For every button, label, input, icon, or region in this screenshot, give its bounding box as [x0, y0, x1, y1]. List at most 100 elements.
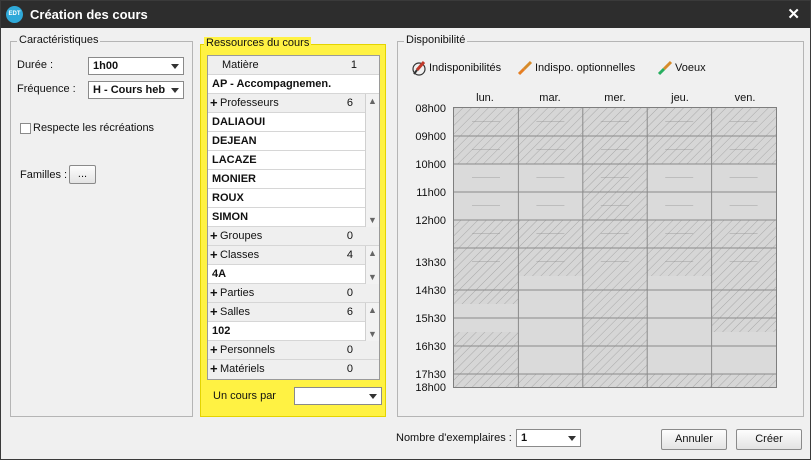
grid-slot[interactable]	[582, 234, 648, 248]
scroll-up-icon[interactable]: ▲	[368, 305, 377, 315]
grid-slot[interactable]	[647, 318, 712, 332]
grid-slot[interactable]	[582, 374, 648, 387]
grid-slot[interactable]	[454, 374, 519, 387]
grid-slot[interactable]	[582, 276, 648, 290]
list-item[interactable]: SIMON	[208, 208, 379, 227]
grid-slot[interactable]	[518, 290, 583, 304]
grid-slot[interactable]	[518, 304, 583, 318]
grid-slot[interactable]	[518, 206, 583, 220]
grid-slot[interactable]	[518, 108, 583, 122]
grid-slot[interactable]	[454, 192, 519, 206]
grid-slot[interactable]	[647, 304, 712, 318]
grid-slot[interactable]	[711, 150, 776, 164]
grid-slot[interactable]	[454, 220, 519, 234]
grid-slot[interactable]	[518, 164, 583, 178]
grid-slot[interactable]	[518, 136, 583, 150]
grid-slot[interactable]	[518, 262, 583, 276]
grid-slot[interactable]	[711, 346, 776, 360]
grid-slot[interactable]	[454, 262, 519, 276]
grid-slot[interactable]	[647, 150, 712, 164]
grid-slot[interactable]	[582, 136, 648, 150]
matiere-value-row[interactable]: AP - Accompagnemen.	[208, 75, 379, 94]
grid-slot[interactable]	[711, 304, 776, 318]
grid-slot[interactable]	[454, 206, 519, 220]
un-cours-par-select[interactable]	[294, 387, 382, 405]
plus-icon[interactable]: +	[210, 227, 218, 245]
grid-slot[interactable]	[647, 206, 712, 220]
familles-button[interactable]: ...	[69, 165, 96, 184]
grid-slot[interactable]	[582, 206, 648, 220]
grid-slot[interactable]	[647, 164, 712, 178]
grid-slot[interactable]	[582, 150, 648, 164]
grid-slot[interactable]	[518, 220, 583, 234]
grid-slot[interactable]	[518, 122, 583, 136]
grid-slot[interactable]	[454, 248, 519, 262]
exemplaires-select[interactable]: 1	[516, 429, 581, 447]
grid-slot[interactable]	[647, 332, 712, 346]
plus-icon[interactable]: +	[210, 360, 218, 378]
grid-slot[interactable]	[647, 178, 712, 192]
grid-slot[interactable]	[711, 122, 776, 136]
grid-slot[interactable]	[518, 374, 583, 387]
grid-slot[interactable]	[454, 290, 519, 304]
grid-slot[interactable]	[711, 220, 776, 234]
list-item[interactable]: LACAZE	[208, 151, 379, 170]
grid-slot[interactable]	[647, 262, 712, 276]
grid-slot[interactable]	[647, 136, 712, 150]
grid-slot[interactable]	[711, 374, 776, 387]
grid-cells[interactable]	[454, 108, 776, 387]
indispo-optionnelles-tool[interactable]: Indispo. optionnelles	[517, 60, 635, 76]
grid-slot[interactable]	[454, 178, 519, 192]
list-item[interactable]: MONIER	[208, 170, 379, 189]
grid-slot[interactable]	[454, 122, 519, 136]
scroll-up-icon[interactable]: ▲	[368, 96, 377, 106]
grid-slot[interactable]	[582, 164, 648, 178]
grid-slot[interactable]	[647, 220, 712, 234]
grid-slot[interactable]	[711, 360, 776, 374]
grid-slot[interactable]	[582, 332, 648, 346]
close-icon[interactable]: ✕	[787, 5, 800, 23]
grid-slot[interactable]	[711, 290, 776, 304]
list-item[interactable]: 4A	[208, 265, 379, 284]
grid-slot[interactable]	[647, 234, 712, 248]
grid-slot[interactable]	[647, 374, 712, 387]
personnels-row[interactable]: + Personnels 0	[208, 341, 379, 360]
grid-slot[interactable]	[582, 290, 648, 304]
grid-slot[interactable]	[711, 206, 776, 220]
parties-row[interactable]: + Parties 0	[208, 284, 379, 303]
duree-select[interactable]: 1h00	[88, 57, 184, 75]
grid-slot[interactable]	[518, 332, 583, 346]
grid-slot[interactable]	[711, 164, 776, 178]
grid-slot[interactable]	[647, 290, 712, 304]
grid-slot[interactable]	[582, 122, 648, 136]
grid-slot[interactable]	[518, 178, 583, 192]
grid-slot[interactable]	[454, 276, 519, 290]
creer-button[interactable]: Créer	[736, 429, 802, 450]
matiere-row[interactable]: Matière 1	[208, 56, 379, 75]
list-item[interactable]: 102	[208, 322, 379, 341]
grid-slot[interactable]	[582, 248, 648, 262]
grid-slot[interactable]	[454, 318, 519, 332]
professeurs-row[interactable]: + Professeurs 6	[208, 94, 379, 113]
availability-grid-svg[interactable]	[454, 108, 776, 387]
grid-slot[interactable]	[582, 220, 648, 234]
grid-slot[interactable]	[711, 108, 776, 122]
grid-slot[interactable]	[582, 108, 648, 122]
professeurs-scrollbar[interactable]: ▲ ▼	[365, 94, 379, 227]
classes-row[interactable]: + Classes 4	[208, 246, 379, 265]
grid-slot[interactable]	[454, 304, 519, 318]
grid-slot[interactable]	[582, 360, 648, 374]
grid-slot[interactable]	[582, 318, 648, 332]
grid-slot[interactable]	[454, 164, 519, 178]
grid-slot[interactable]	[454, 360, 519, 374]
plus-icon[interactable]: +	[210, 341, 218, 359]
grid-slot[interactable]	[647, 360, 712, 374]
salles-row[interactable]: + Salles 6	[208, 303, 379, 322]
grid-slot[interactable]	[454, 234, 519, 248]
scroll-down-icon[interactable]: ▼	[368, 215, 377, 225]
grid-slot[interactable]	[454, 346, 519, 360]
grid-slot[interactable]	[454, 150, 519, 164]
grid-slot[interactable]	[582, 304, 648, 318]
grid-slot[interactable]	[647, 346, 712, 360]
grid-slot[interactable]	[711, 276, 776, 290]
